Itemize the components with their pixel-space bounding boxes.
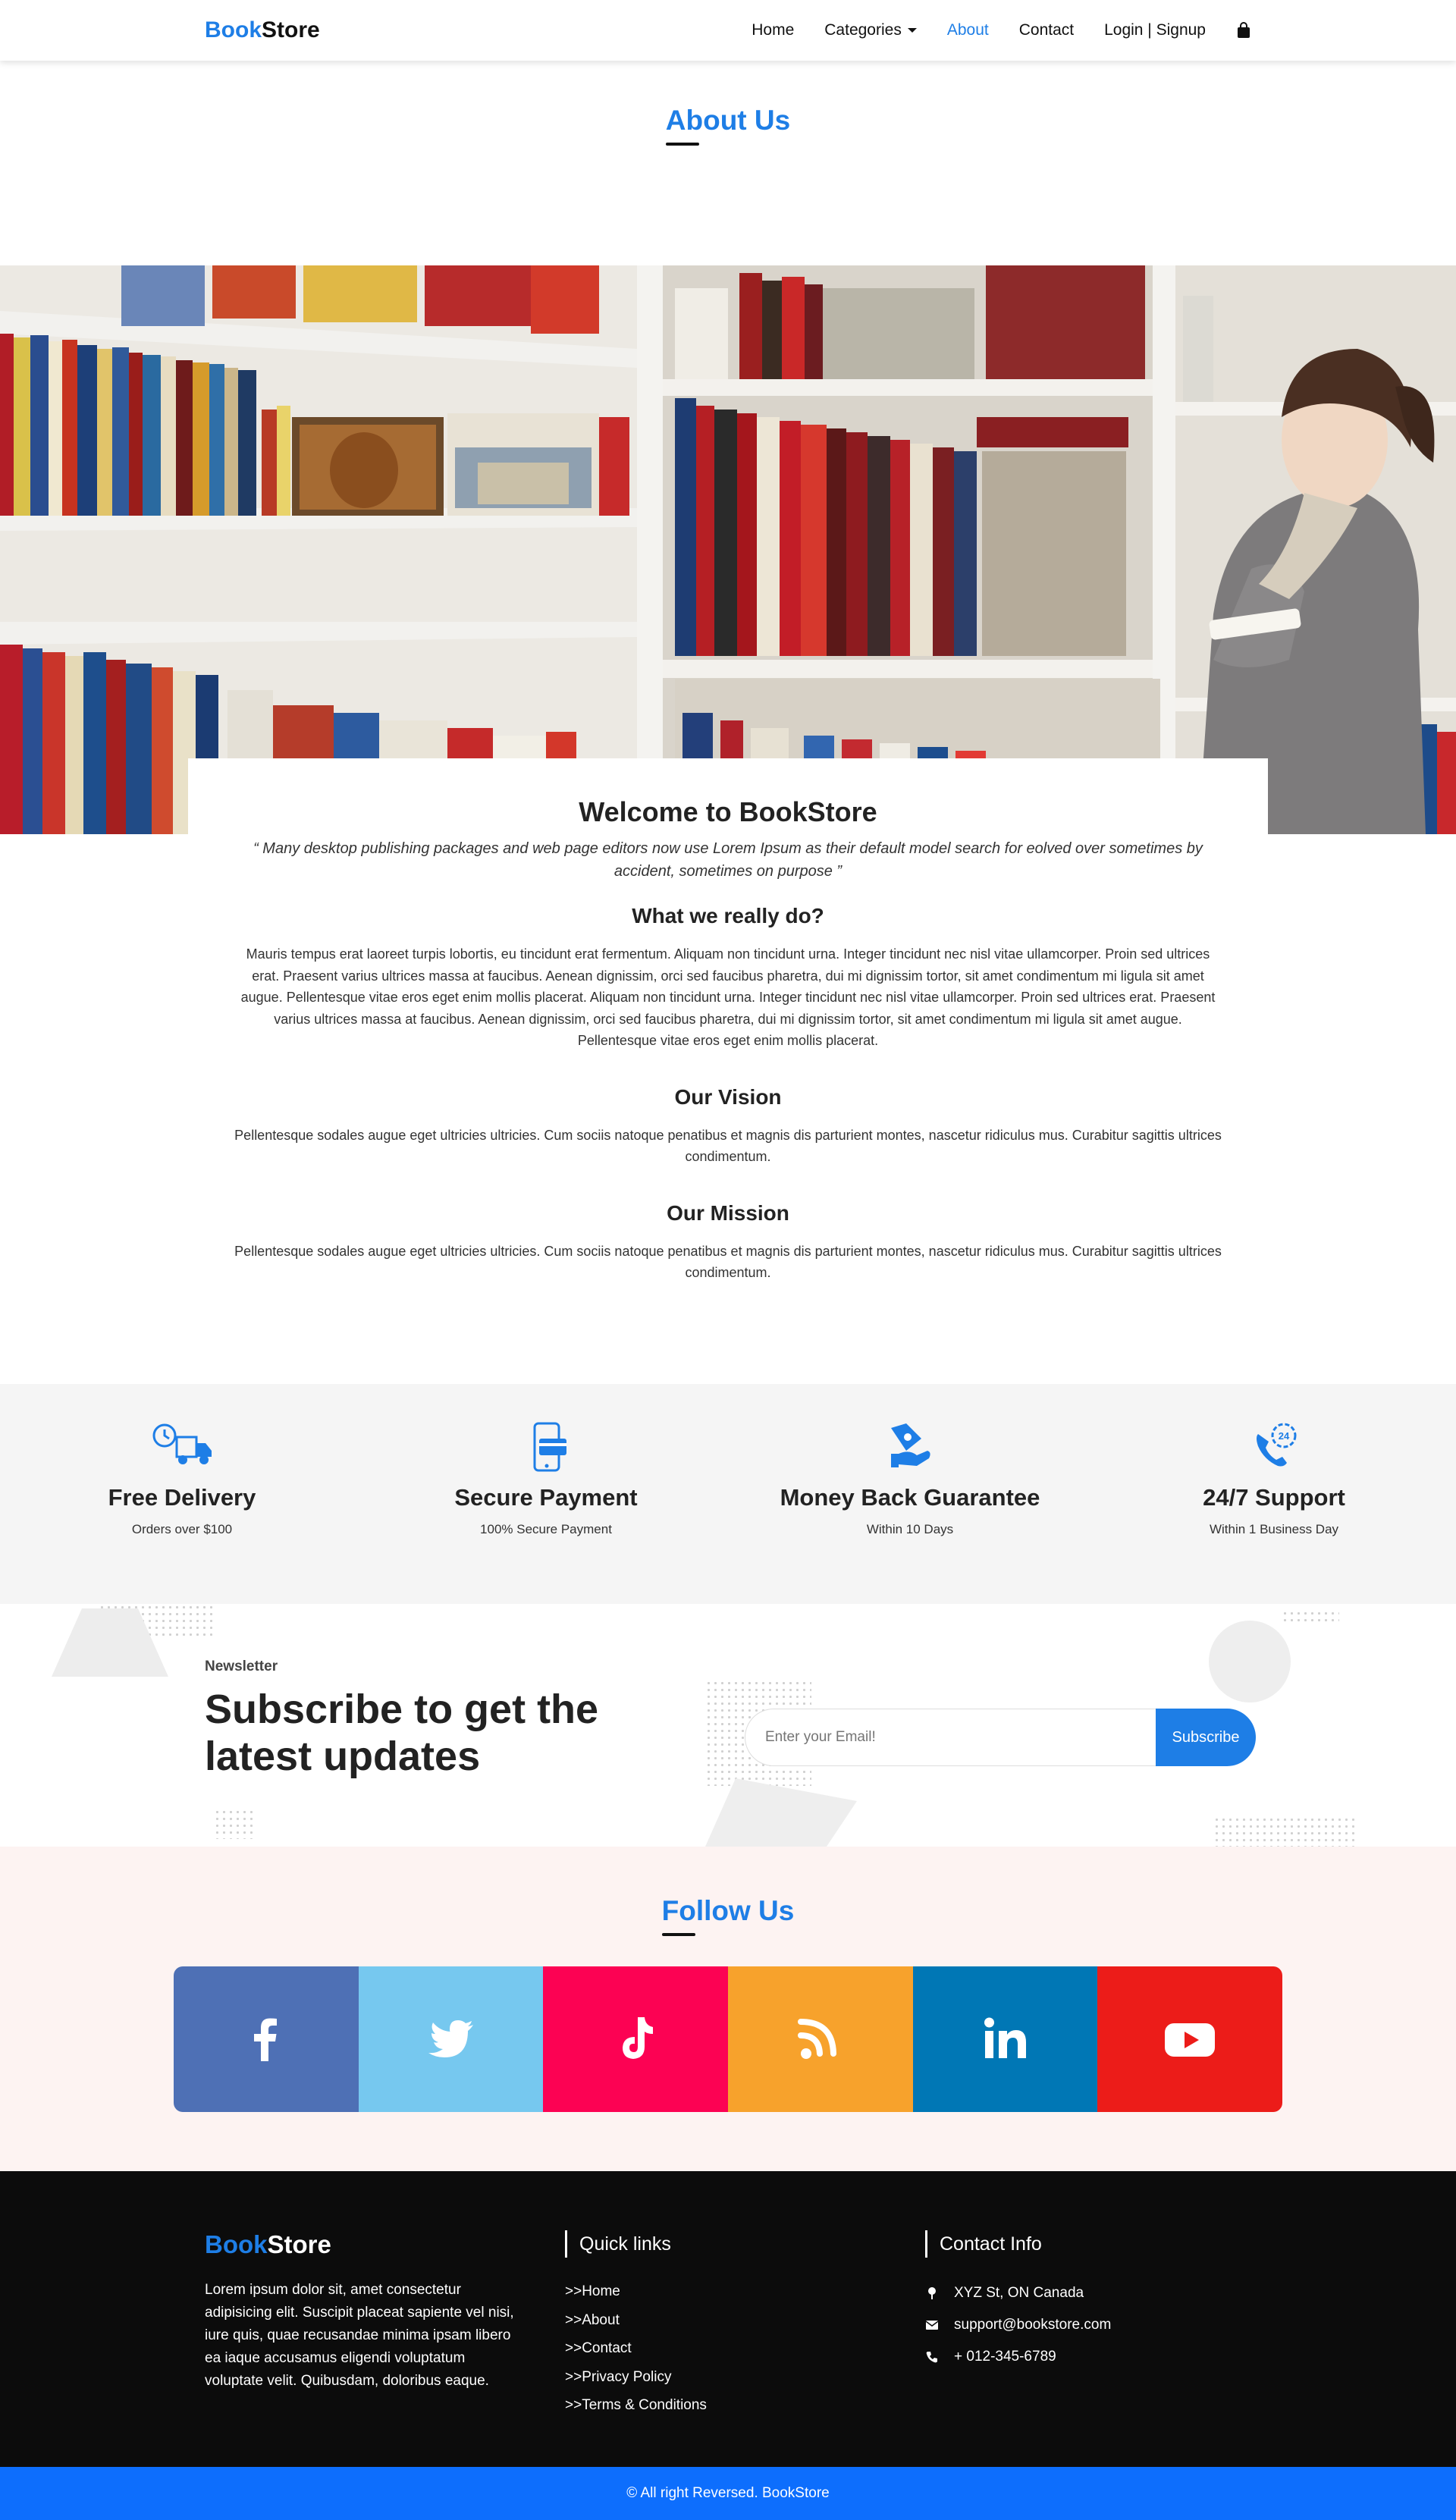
tiktok-icon — [623, 2017, 654, 2059]
nav-about[interactable]: About — [947, 21, 989, 39]
features-strip: Free Delivery Orders over $100 Secure Pa… — [0, 1384, 1456, 1604]
footer-link-privacy[interactable]: >>Privacy Policy — [565, 2363, 925, 2392]
feature-secure-payment: Secure Payment 100% Secure Payment — [364, 1384, 728, 1604]
contact-heading: Contact Info — [925, 2230, 1251, 2258]
social-links — [174, 1966, 1282, 2112]
youtube-link[interactable] — [1097, 1966, 1282, 2112]
bookshelf-photo — [0, 265, 1456, 834]
contact-phone: + 012-345-6789 — [925, 2341, 1251, 2373]
feature-title: Secure Payment — [454, 1484, 638, 1511]
chevron-down-icon — [907, 28, 917, 33]
quick-links-list: >>Home >>About >>Contact >>Privacy Polic… — [565, 2277, 925, 2420]
hero-image — [0, 265, 1456, 834]
feature-subtitle: 100% Secure Payment — [480, 1522, 612, 1536]
support-phone-icon: 24 — [1257, 1423, 1297, 1467]
svg-text:24: 24 — [1279, 1430, 1290, 1442]
feature-subtitle: Orders over $100 — [131, 1522, 233, 1536]
cart-button[interactable] — [1236, 22, 1251, 39]
feature-title: Free Delivery — [108, 1484, 256, 1511]
newsletter-title-line2: latest updates — [205, 1734, 481, 1779]
nav-login-signup[interactable]: Login | Signup — [1104, 21, 1206, 39]
feature-title: 24/7 Support — [1203, 1484, 1345, 1511]
address-text: XYZ St, ON Canada — [954, 2285, 1084, 2301]
footer-link-about[interactable]: >>About — [565, 2306, 925, 2335]
email-text[interactable]: support@bookstore.com — [954, 2309, 1111, 2341]
newsletter-title: Subscribe to get the latest updates — [205, 1686, 598, 1780]
mission-text: Pellentesque sodales augue eget ultricie… — [234, 1243, 1222, 1281]
quick-links-heading: Quick links — [565, 2230, 925, 2258]
rss-icon — [797, 2019, 836, 2059]
nav-categories[interactable]: Categories — [824, 21, 917, 39]
money-back-icon — [891, 1423, 930, 1467]
vision-heading: Our Vision — [674, 1084, 782, 1109]
navbar: BookStore Home Categories About Contact … — [0, 0, 1456, 61]
contact-email: support@bookstore.com — [925, 2309, 1251, 2341]
footer-about: BookStore Lorem ipsum dolor sit, amet co… — [205, 2230, 565, 2420]
feature-subtitle: Within 1 Business Day — [1209, 1522, 1339, 1536]
brand-logo[interactable]: BookStore — [205, 17, 320, 43]
footer-brand-accent: Book — [205, 2230, 268, 2258]
what-we-do-text: Mauris tempus erat laoreet turpis lobort… — [240, 946, 1216, 1048]
what-we-do-heading: What we really do? — [632, 904, 824, 927]
welcome-title: Welcome to BookStore — [579, 796, 877, 827]
follow-section: Follow Us — [0, 1847, 1456, 2171]
rss-link[interactable] — [728, 1966, 913, 2112]
follow-title: Follow Us — [661, 1895, 794, 1936]
phone-text[interactable]: + 012-345-6789 — [954, 2341, 1056, 2373]
footer-link-home[interactable]: >>Home — [565, 2277, 925, 2306]
feature-subtitle: Within 10 Days — [866, 1522, 954, 1536]
nav-contact[interactable]: Contact — [1019, 21, 1074, 39]
tiktok-link[interactable] — [543, 1966, 729, 2112]
footer: BookStore Lorem ipsum dolor sit, amet co… — [0, 2171, 1456, 2467]
nav-categories-label: Categories — [824, 21, 902, 39]
facebook-link[interactable] — [174, 1966, 359, 2112]
map-pin-icon — [928, 2287, 936, 2299]
decor-dots — [1282, 1610, 1339, 1625]
footer-quick-links: Quick links >>Home >>About >>Contact >>P… — [565, 2230, 925, 2420]
about-content: Welcome to BookStore “ Many desktop publ… — [0, 758, 1456, 1384]
copyright-bar: © All right Reversed. BookStore — [0, 2467, 1456, 2520]
vision-text: Pellentesque sodales augue eget ultricie… — [234, 1127, 1222, 1165]
brand-accent: Book — [205, 17, 262, 42]
footer-about-text: Lorem ipsum dolor sit, amet consectetur … — [205, 2282, 514, 2389]
mobile-payment-icon — [533, 1422, 566, 1472]
twitter-icon — [428, 2020, 473, 2057]
linkedin-link[interactable] — [912, 1966, 1098, 2112]
feature-money-back: Money Back Guarantee Within 10 Days — [728, 1384, 1092, 1604]
footer-brand: BookStore — [205, 2230, 565, 2259]
footer-brand-rest: Store — [267, 2230, 331, 2258]
nav-home[interactable]: Home — [752, 21, 794, 39]
feature-free-delivery: Free Delivery Orders over $100 — [0, 1384, 364, 1604]
subscribe-button[interactable]: Subscribe — [1156, 1709, 1256, 1766]
nav-links: Home Categories About Contact Login | Si… — [752, 21, 1251, 39]
welcome-quote: “ Many desktop publishing packages and w… — [253, 840, 1203, 880]
phone-icon — [926, 2352, 937, 2363]
youtube-icon — [1165, 2023, 1216, 2057]
feature-title: Money Back Guarantee — [780, 1484, 1040, 1511]
contact-address: XYZ St, ON Canada — [925, 2277, 1251, 2309]
footer-link-terms[interactable]: >>Terms & Conditions — [565, 2391, 925, 2420]
brand-rest: Store — [262, 17, 320, 42]
shopping-bag-icon — [1238, 22, 1250, 38]
feature-support: 24 24/7 Support Within 1 Business Day — [1092, 1384, 1456, 1604]
newsletter-text: Newsletter Subscribe to get the latest u… — [205, 1659, 598, 1780]
footer-link-contact[interactable]: >>Contact — [565, 2334, 925, 2363]
contact-list: XYZ St, ON Canada support@bookstore.com … — [925, 2277, 1251, 2373]
linkedin-icon — [984, 2017, 1026, 2058]
mission-heading: Our Mission — [667, 1200, 789, 1225]
welcome-card: Welcome to BookStore “ Many desktop publ… — [188, 758, 1268, 1317]
envelope-icon — [925, 2321, 939, 2330]
newsletter-section: Newsletter Subscribe to get the latest u… — [0, 1604, 1456, 1847]
about-header: About Us — [0, 61, 1456, 265]
page-title: About Us — [665, 105, 790, 146]
newsletter-title-line1: Subscribe to get the — [205, 1687, 599, 1732]
twitter-link[interactable] — [358, 1966, 544, 2112]
newsletter-tag: Newsletter — [205, 1659, 278, 1674]
newsletter-form: Subscribe — [745, 1709, 1256, 1766]
facebook-icon — [253, 2018, 277, 2061]
footer-contact: Contact Info XYZ St, ON Canada support@b… — [925, 2230, 1251, 2420]
email-input[interactable] — [745, 1709, 1156, 1766]
delivery-truck-icon — [152, 1423, 212, 1464]
decor-triangle — [52, 1608, 168, 1677]
